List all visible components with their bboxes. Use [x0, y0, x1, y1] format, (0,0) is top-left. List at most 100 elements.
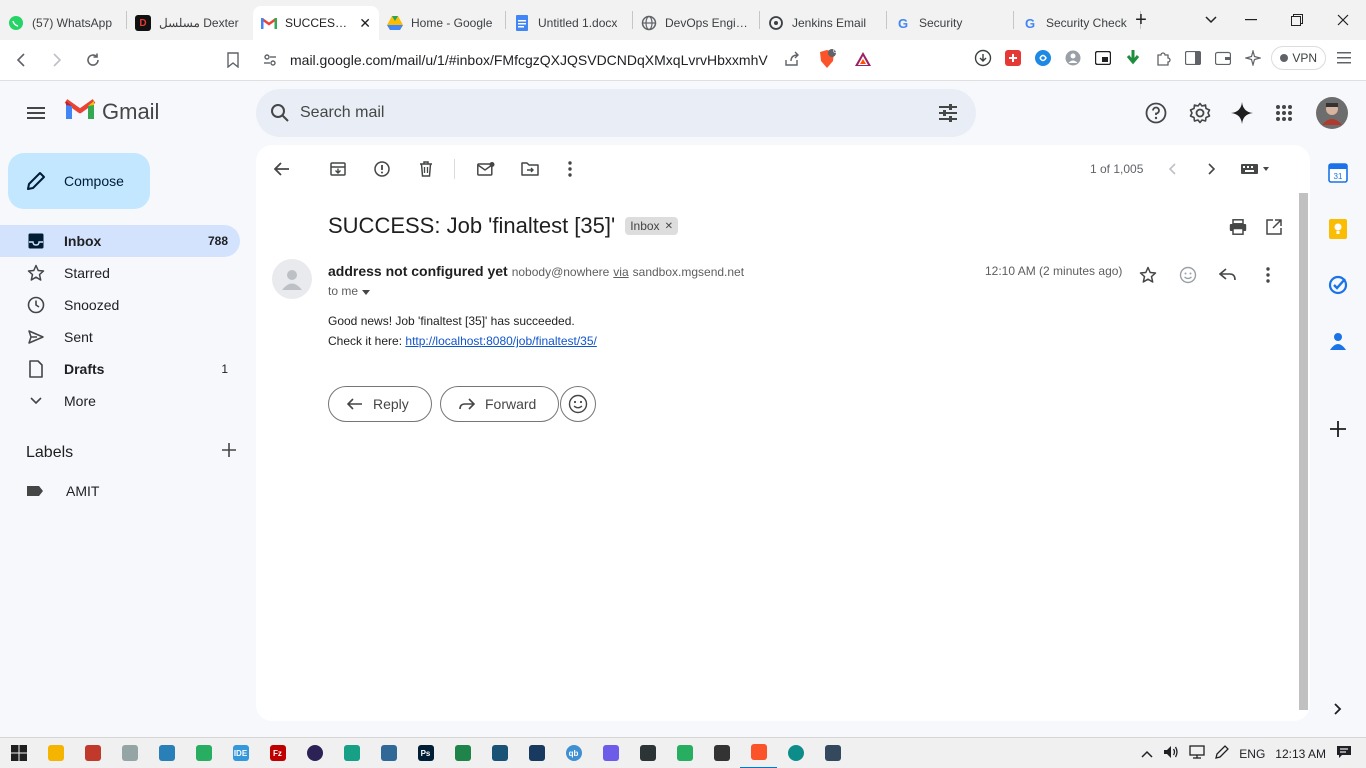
- clock-time[interactable]: 12:13 AM: [1275, 747, 1326, 761]
- create-label-icon[interactable]: [222, 443, 236, 462]
- extension-blue-icon[interactable]: [1031, 46, 1055, 70]
- brave-browser-icon[interactable]: [740, 738, 777, 768]
- open-new-window-icon[interactable]: [1258, 211, 1290, 243]
- new-tab-button[interactable]: +: [1124, 0, 1158, 40]
- input-tools-icon[interactable]: [1236, 153, 1276, 185]
- reload-button[interactable]: [78, 45, 108, 75]
- forward-button[interactable]: Forward: [440, 386, 560, 422]
- file-explorer-icon[interactable]: [37, 738, 74, 768]
- tab-dexter[interactable]: D مسلسل Dexter: [127, 6, 253, 40]
- app-icon-12[interactable]: [444, 738, 481, 768]
- print-icon[interactable]: [1222, 211, 1254, 243]
- network-icon[interactable]: [1189, 745, 1205, 762]
- browser-menu-icon[interactable]: [1332, 46, 1356, 70]
- report-spam-icon[interactable]: [366, 153, 398, 185]
- message-more-icon[interactable]: [1252, 259, 1284, 291]
- back-button[interactable]: [6, 45, 36, 75]
- star-message-icon[interactable]: [1132, 259, 1164, 291]
- back-to-inbox-icon[interactable]: [266, 153, 298, 185]
- extensions-puzzle-icon[interactable]: [1151, 46, 1175, 70]
- leo-ai-icon[interactable]: [1241, 46, 1265, 70]
- sidebar-item-sent[interactable]: Sent: [0, 321, 240, 353]
- reply-icon[interactable]: [1212, 259, 1244, 291]
- pen-icon[interactable]: [1215, 745, 1230, 762]
- tasks-icon[interactable]: [1326, 273, 1350, 297]
- bookmark-icon[interactable]: [218, 45, 248, 75]
- brave-rewards-icon[interactable]: [854, 51, 872, 70]
- get-addons-icon[interactable]: [1326, 417, 1350, 441]
- photoshop-icon[interactable]: Ps: [407, 738, 444, 768]
- tab-security[interactable]: G Security: [887, 6, 1013, 40]
- app-icon-16[interactable]: [592, 738, 629, 768]
- edge-icon[interactable]: [777, 738, 814, 768]
- help-icon[interactable]: [1136, 93, 1176, 133]
- picture-in-picture-icon[interactable]: [1091, 46, 1115, 70]
- python-icon[interactable]: [370, 738, 407, 768]
- tab-drive[interactable]: Home - Google: [379, 6, 505, 40]
- gemini-sparkle-icon[interactable]: [1222, 93, 1262, 133]
- sidebar-item-snoozed[interactable]: Snoozed: [0, 289, 240, 321]
- recipients-toggle[interactable]: to me: [328, 284, 371, 298]
- language-indicator[interactable]: ENG: [1239, 747, 1265, 761]
- app-icon-3[interactable]: [111, 738, 148, 768]
- archive-icon[interactable]: [322, 153, 354, 185]
- ide-icon[interactable]: IDE: [222, 738, 259, 768]
- inbox-label-chip[interactable]: Inbox ✕: [625, 217, 678, 235]
- sender-name[interactable]: address not configured yet: [328, 263, 508, 279]
- remove-label-icon[interactable]: ✕: [665, 221, 673, 232]
- delete-icon[interactable]: [410, 153, 442, 185]
- label-item-amit[interactable]: AMIT: [26, 483, 99, 499]
- google-apps-grid-icon[interactable]: [1264, 93, 1304, 133]
- restore-button[interactable]: [1274, 0, 1320, 40]
- close-tab-icon[interactable]: ✕: [359, 15, 371, 32]
- app-icon-9[interactable]: [333, 738, 370, 768]
- main-menu-icon[interactable]: [16, 93, 56, 133]
- emoji-reaction-button[interactable]: [560, 386, 596, 422]
- share-icon[interactable]: [784, 51, 800, 70]
- search-bar[interactable]: [256, 89, 976, 137]
- download-clock-icon[interactable]: [971, 46, 995, 70]
- add-reaction-icon[interactable]: [1172, 259, 1204, 291]
- app-icon-13[interactable]: [481, 738, 518, 768]
- app-icon-4[interactable]: [148, 738, 185, 768]
- app-icon-22[interactable]: [814, 738, 851, 768]
- volume-icon[interactable]: [1163, 745, 1179, 762]
- keep-icon[interactable]: [1326, 217, 1350, 241]
- close-window-button[interactable]: [1320, 0, 1366, 40]
- app-icon-2[interactable]: [74, 738, 111, 768]
- app-icon-18[interactable]: [666, 738, 703, 768]
- windows-start-icon[interactable]: [0, 738, 37, 768]
- account-avatar[interactable]: [1312, 93, 1352, 133]
- sidebar-toggle-icon[interactable]: [1181, 46, 1205, 70]
- profile-extension-icon[interactable]: [1061, 46, 1085, 70]
- tab-whatsapp[interactable]: (57) WhatsApp: [0, 6, 126, 40]
- settings-gear-icon[interactable]: [1180, 93, 1220, 133]
- sidebar-item-more[interactable]: More: [0, 385, 240, 417]
- site-settings-icon[interactable]: [262, 52, 278, 71]
- minimize-button[interactable]: [1228, 0, 1274, 40]
- older-message-icon[interactable]: [1196, 153, 1228, 185]
- reply-button[interactable]: Reply: [328, 386, 432, 422]
- tab-devops[interactable]: DevOps Engineer: [633, 6, 759, 40]
- extension-red-icon[interactable]: [1001, 46, 1025, 70]
- move-to-icon[interactable]: [514, 153, 546, 185]
- wallet-icon[interactable]: [1211, 46, 1235, 70]
- download-arrow-icon[interactable]: [1121, 46, 1145, 70]
- search-options-icon[interactable]: [938, 103, 958, 128]
- contacts-icon[interactable]: [1326, 329, 1350, 353]
- message-scrollbar[interactable]: [1299, 193, 1308, 710]
- notifications-icon[interactable]: [1336, 745, 1352, 762]
- qbittorrent-icon[interactable]: qb: [555, 738, 592, 768]
- eclipse-icon[interactable]: [296, 738, 333, 768]
- jenkins-job-link[interactable]: http://localhost:8080/job/finaltest/35/: [405, 334, 596, 348]
- hide-side-panel-icon[interactable]: [1326, 697, 1350, 721]
- sender-avatar[interactable]: [272, 259, 312, 299]
- mark-unread-icon[interactable]: [470, 153, 502, 185]
- gmail-logo[interactable]: Gmail: [64, 97, 159, 126]
- tab-gmail-active[interactable]: SUCCESS: Job ✕: [253, 6, 379, 40]
- newer-message-icon[interactable]: [1156, 153, 1188, 185]
- sidebar-item-inbox[interactable]: Inbox 788: [0, 225, 240, 257]
- vpn-button[interactable]: VPN: [1271, 46, 1326, 70]
- search-input[interactable]: [300, 104, 900, 122]
- more-options-icon[interactable]: [554, 153, 586, 185]
